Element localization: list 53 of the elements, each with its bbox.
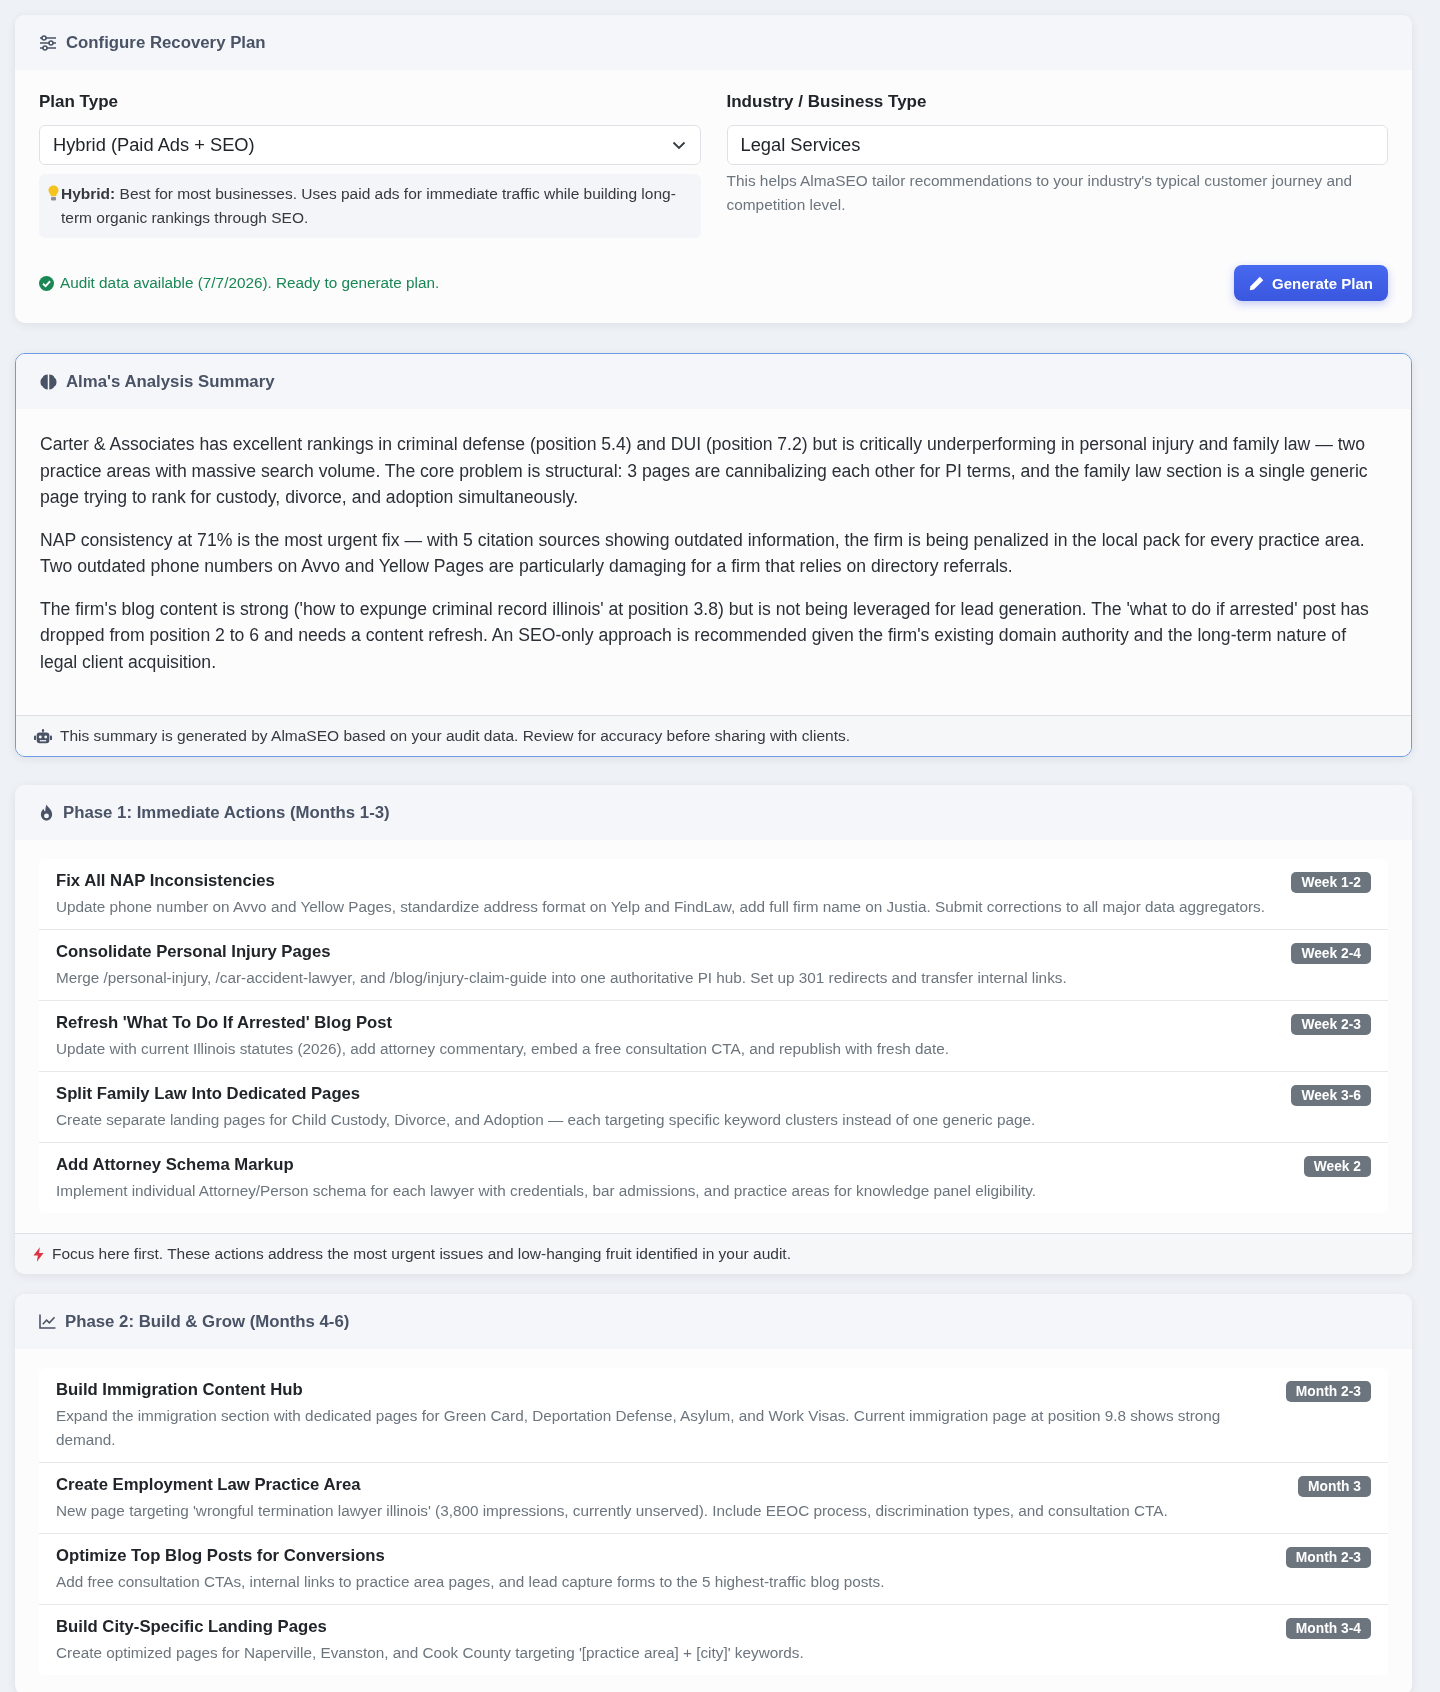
- card-title: Configure Recovery Plan: [66, 32, 266, 53]
- action-description: Expand the immigration section with dedicated pages for Green Card, Deportation Defense, Asylum, and Work Visas. Current immigration page at position 9.8 shows strong demand.: [56, 1406, 1222, 1450]
- summary-paragraph: NAP consistency at 71% is the most urgent fix — with 5 citation sources showing outdated information, the firm is being penalized in the local pack for every practice area. Two outdated phone numbers on Avvo and Yellow Pages are particularly damaging for a firm that relies on directory referrals.: [40, 528, 1366, 578]
- summary-paragraph: Carter & Associates has excellent rankings in criminal defense (position 5.4) and DUI (position 7.2) but is critically underperforming in personal injury and family law — two practice areas with massive search volume. The core problem is structural: 3 pages are cannibalizing each other for PI terms, and the family law section is a single generic page trying to rank for custody, divorce, and adoption simultaneously.: [40, 433, 1369, 509]
- action-description: Create separate landing pages for Child Custody, Divorce, and Adoption — each targeting specific keyword clusters instead of one generic page.: [56, 1110, 1037, 1130]
- help-text: This helps AlmaSEO tailor recommendations to your industry's typical customer journey and competition level.: [726, 171, 1354, 215]
- timing-badge: Month 3-4: [1285, 1618, 1371, 1639]
- card-title: Phase 1: Immediate Actions (Months 1-3): [63, 802, 390, 823]
- industry-input[interactable]: Legal Services: [726, 125, 1388, 165]
- action-description: Add free consultation CTAs, internal links to practice area pages, and lead capture forms to the 5 highest-traffic blog posts.: [56, 1572, 886, 1592]
- timing-badge: Week 3-6: [1291, 1085, 1371, 1106]
- action-title: Create Employment Law Practice Area: [56, 1474, 362, 1496]
- robot-icon: [34, 728, 52, 744]
- action-title: Build Immigration Content Hub: [56, 1379, 304, 1401]
- timing-badge: Week 2-3: [1291, 1014, 1371, 1035]
- action-title: Build City-Specific Landing Pages: [56, 1616, 328, 1638]
- sliders-icon: [39, 34, 57, 51]
- brain-icon: [40, 373, 57, 390]
- action-title: Consolidate Personal Injury Pages: [56, 941, 332, 963]
- timing-badge: Month 3: [1298, 1476, 1371, 1497]
- action-title: Optimize Top Blog Posts for Conversions: [56, 1545, 386, 1567]
- action-description: Update phone number on Avvo and Yellow Pages, standardize address format on Yelp and FindLaw, add full firm name on Justia. Submit corrections to all major data aggregators.: [56, 897, 1266, 917]
- action-description: Implement individual Attorney/Person schema for each lawyer with credentials, bar admissions, and practice areas for knowledge panel eligibility.: [56, 1181, 1038, 1201]
- flame-icon: [39, 804, 54, 821]
- timing-badge: Month 2-3: [1285, 1381, 1371, 1402]
- action-title: Refresh 'What To Do If Arrested' Blog Post: [56, 1012, 394, 1034]
- field-label: Plan Type: [39, 91, 120, 113]
- card-title: Phase 2: Build & Grow (Months 4-6): [65, 1311, 350, 1332]
- plan-type-select[interactable]: Hybrid (Paid Ads + SEO): [39, 125, 701, 165]
- hint-text: Hybrid: Best for most businesses. Uses paid ads for immediate traffic while building long-term organic rankings through SEO.: [61, 184, 677, 228]
- action-title: Fix All NAP Inconsistencies: [56, 870, 276, 892]
- action-description: Merge /personal-injury, /car-accident-lawyer, and /blog/injury-claim-guide into one authoritative PI hub. Set up 301 redirects and transfer internal links.: [56, 968, 1068, 988]
- card-title: Alma's Analysis Summary: [66, 371, 275, 392]
- footer-note: This summary is generated by AlmaSEO based on your audit data. Review for accuracy before sharing with clients.: [60, 727, 850, 745]
- summary-paragraph: The firm's blog content is strong ('how to expunge criminal record illinois' at position 3.8) but is not being leveraged for lead generation. The 'what to do if arrested' post has dropped from position 2 to 6 and needs a content refresh. An SEO-only approach is recommended given the firm's existing domain authority and the long-term nature of legal client acquisition.: [40, 597, 1370, 674]
- generate-plan-button[interactable]: Generate Plan: [1234, 265, 1388, 301]
- check-circle-icon: [39, 275, 54, 291]
- timing-badge: Month 2-3: [1285, 1547, 1371, 1568]
- action-description: Update with current Illinois statutes (2026), add attorney commentary, embed a free consultation CTA, and republish with fresh date.: [56, 1039, 951, 1059]
- lightbulb-icon: [48, 185, 59, 201]
- timing-badge: Week 2: [1303, 1156, 1371, 1177]
- action-description: New page targeting 'wrongful termination lawyer illinois' (3,800 impressions, currently unserved). Include EEOC process, discrimination types, and consultation CTA.: [56, 1501, 1169, 1521]
- action-title: Add Attorney Schema Markup: [56, 1154, 295, 1176]
- timing-badge: Week 1-2: [1291, 872, 1371, 893]
- action-description: Create optimized pages for Naperville, Evanston, and Cook County targeting '[practice area] + [city]' keywords.: [56, 1643, 805, 1663]
- action-title: Split Family Law Into Dedicated Pages: [56, 1083, 362, 1105]
- status-message: Audit data available (7/7/2026). Ready to generate plan.: [60, 274, 440, 292]
- lightning-bolt-icon: [33, 1246, 44, 1262]
- line-chart-icon: [39, 1314, 56, 1329]
- footer-note: Focus here first. These actions address the most urgent issues and low-hanging fruit identified in your audit.: [52, 1245, 791, 1263]
- field-label: Industry / Business Type: [726, 91, 928, 113]
- pencil-icon: [1249, 275, 1265, 291]
- timing-badge: Week 2-4: [1291, 943, 1371, 964]
